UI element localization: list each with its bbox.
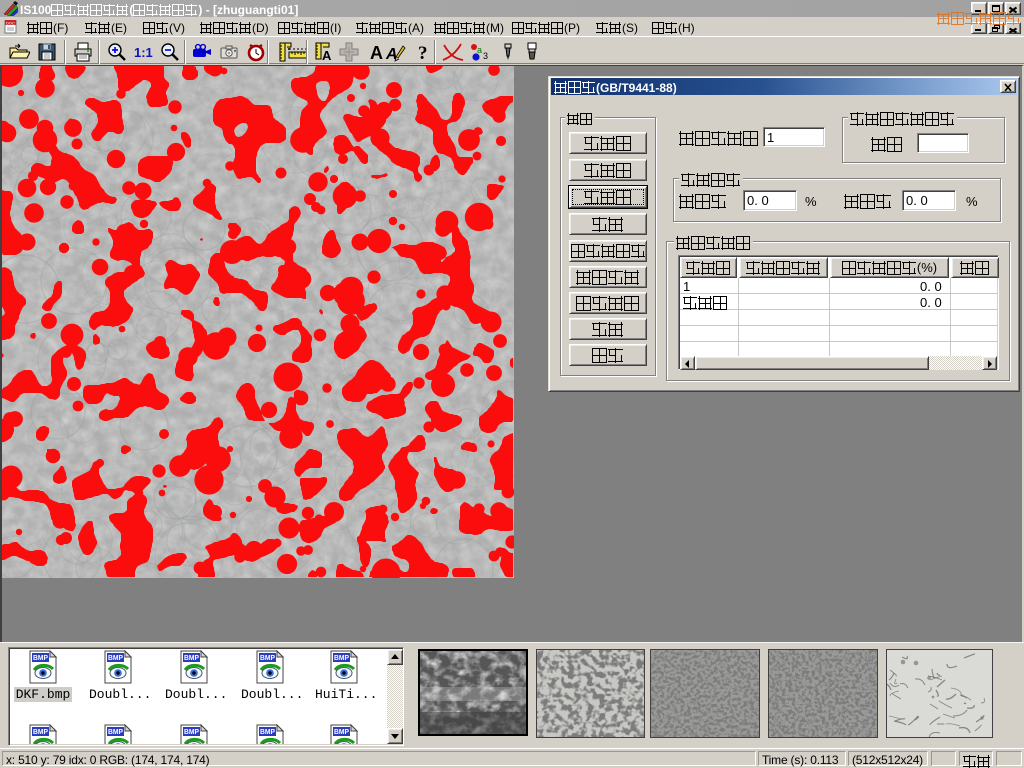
svg-text:BMP: BMP [184,655,199,662]
svg-text:1:1: 1:1 [134,45,153,60]
svg-text:DOC: DOC [6,21,15,26]
svg-text:BMP: BMP [260,655,275,662]
svg-text:BMP: BMP [334,655,349,662]
svg-text:3: 3 [483,51,488,61]
svg-text:BMP: BMP [334,729,349,736]
svg-text:BMP: BMP [33,729,48,736]
svg-text:a: a [477,45,482,55]
svg-text:A: A [322,48,332,63]
svg-text:BMP: BMP [33,655,48,662]
svg-text:A: A [370,43,383,63]
svg-text:?: ? [418,43,428,63]
svg-text:BMP: BMP [108,729,123,736]
svg-text:BMP: BMP [184,729,199,736]
svg-text:BMP: BMP [108,655,123,662]
svg-text:BMP: BMP [260,729,275,736]
